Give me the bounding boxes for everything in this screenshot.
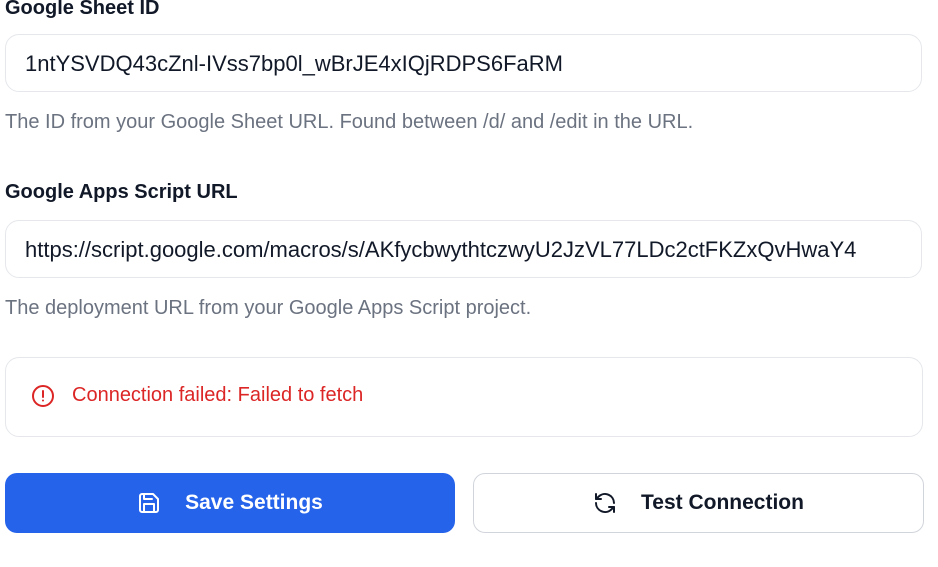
script-url-input[interactable]: https://script.google.com/macros/s/AKfyc… [5, 220, 922, 278]
sheet-id-label: Google Sheet ID [5, 0, 160, 19]
save-settings-label: Save Settings [185, 491, 323, 514]
save-settings-button[interactable]: Save Settings [5, 473, 455, 533]
sheet-id-input[interactable]: 1ntYSVDQ43cZnl-IVss7bp0l_wBrJE4xIQjRDPS6… [5, 34, 922, 92]
sheet-id-value: 1ntYSVDQ43cZnl-IVss7bp0l_wBrJE4xIQjRDPS6… [25, 51, 563, 76]
refresh-icon [595, 493, 616, 513]
error-alert: Connection failed: Failed to fetch [5, 357, 923, 437]
test-connection-button[interactable]: Test Connection [473, 473, 924, 533]
save-icon [139, 493, 160, 513]
script-url-label: Google Apps Script URL [5, 181, 238, 203]
test-connection-label: Test Connection [641, 491, 804, 514]
error-message: Connection failed: Failed to fetch [72, 384, 364, 406]
script-url-help: The deployment URL from your Google Apps… [5, 297, 532, 319]
alert-circle-icon [32, 385, 54, 407]
script-url-value: https://script.google.com/macros/s/AKfyc… [25, 237, 857, 262]
sheet-id-help: The ID from your Google Sheet URL. Found… [5, 111, 694, 133]
